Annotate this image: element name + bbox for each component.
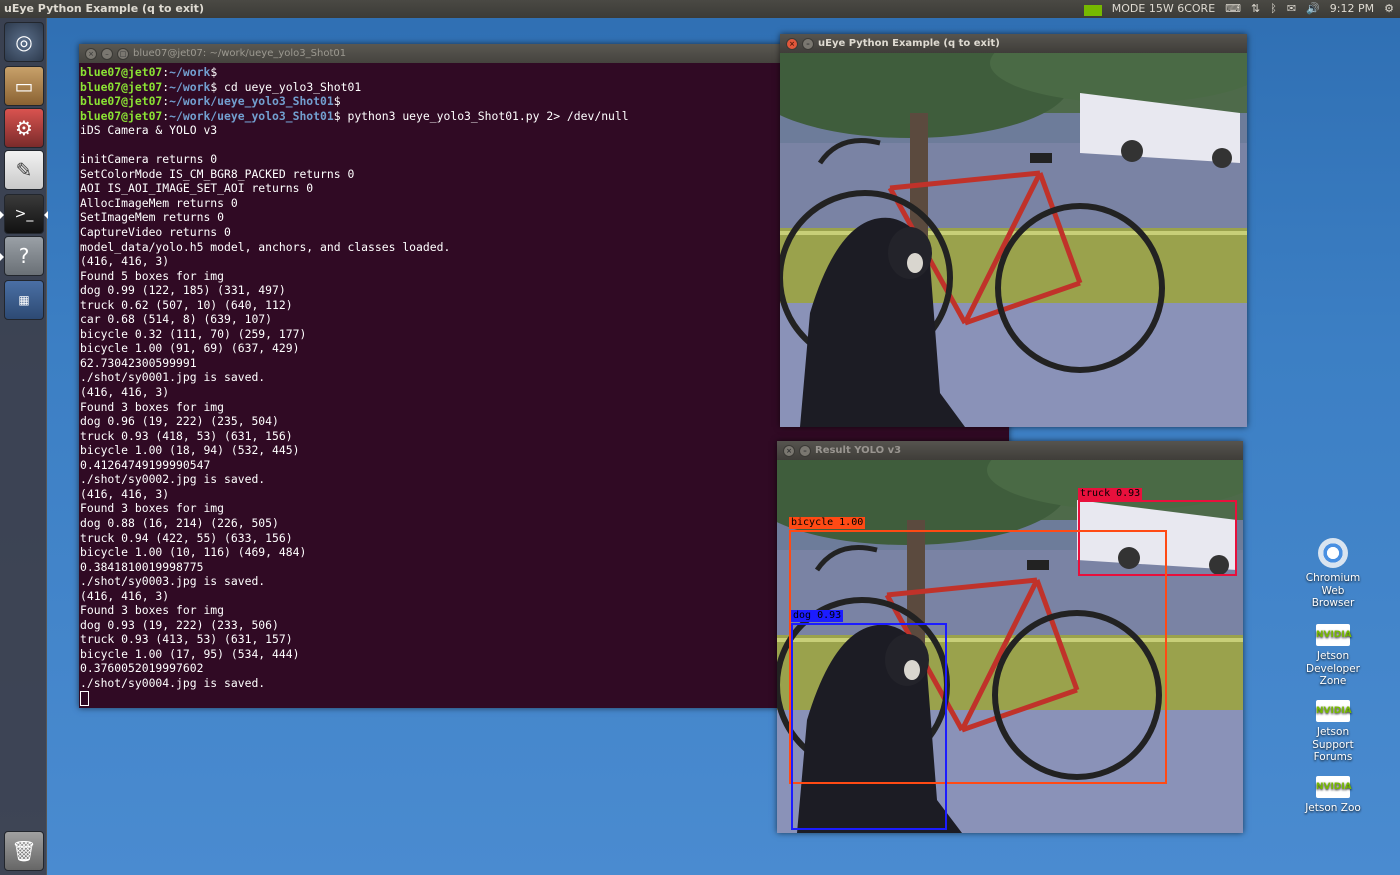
prompt-user: blue07@jet07 (80, 65, 163, 79)
prompt-command: python3 ueye_yolo3_Shot01.py 2> /dev/nul… (340, 108, 629, 123)
close-icon[interactable]: × (786, 38, 798, 50)
dog-detection-box (791, 623, 947, 830)
mail-icon[interactable]: ✉ (1287, 0, 1296, 18)
prompt-user: blue07@jet07 (80, 79, 163, 94)
network-icon[interactable]: ⇅ (1251, 0, 1260, 18)
prompt-user: blue07@jet07 (80, 94, 163, 109)
bicycle-detection-label: bicycle 1.00 (789, 517, 866, 529)
prompt-path: ~/work/ueye_yolo3_Shot01 (169, 108, 334, 123)
minimize-icon[interactable]: – (799, 445, 811, 457)
desktop-icon-label: Jetson Zoo (1305, 802, 1361, 814)
top-panel: uEye Python Example (q to exit) MODE 15W… (0, 0, 1400, 18)
gear-icon[interactable]: ⚙ (1384, 0, 1394, 18)
terminal-cursor (80, 690, 89, 706)
desktop-icon-jetson-zoo[interactable]: NVIDIA Jetson Zoo (1301, 776, 1365, 815)
desktop-icon-label: Jetson Developer Zone (1305, 650, 1360, 687)
terminal-title: blue07@jet07: ~/work/ueye_yolo3_Shot01 (133, 48, 347, 59)
desktop-icon-chromium[interactable]: Chromium Web Browser (1301, 538, 1365, 610)
clock[interactable]: 9:12 PM (1330, 0, 1374, 18)
desktop-icon-jetson-support-forums[interactable]: NVIDIA Jetson Support Forums (1301, 700, 1365, 764)
prompt-path: ~/work (169, 79, 211, 94)
truck-detection-label: truck 0.93 (1078, 488, 1143, 500)
camera-window-title: uEye Python Example (q to exit) (818, 38, 1000, 49)
text-editor-icon[interactable]: ✎ (4, 150, 44, 190)
close-icon[interactable]: × (85, 48, 97, 60)
camera-image (780, 53, 1247, 427)
nvidia-icon: NVIDIA (1316, 624, 1352, 646)
terminal-icon[interactable]: >_ (0, 194, 48, 234)
prompt-user: blue07@jet07 (80, 108, 163, 123)
nvidia-indicator-icon[interactable] (1083, 5, 1102, 16)
nvidia-icon: NVIDIA (1316, 776, 1352, 798)
volume-icon[interactable]: 🔊 (1306, 0, 1320, 18)
result-image: truck 0.93 bicycle 1.00 dog 0.93 (777, 460, 1243, 833)
system-settings-icon[interactable]: ⚙ (4, 108, 44, 148)
chromium-icon (1318, 538, 1348, 568)
bluetooth-icon[interactable]: ᛒ (1270, 0, 1277, 18)
camera-window[interactable]: × – uEye Python Example (q to exit) (780, 34, 1247, 427)
minimize-icon[interactable]: – (802, 38, 814, 50)
keyboard-icon[interactable]: ⌨ (1225, 0, 1241, 18)
power-mode-indicator[interactable]: MODE 15W 6CORE (1112, 0, 1215, 18)
result-window[interactable]: × – Result YOLO v3 truck 0.93 bicycle 1.… (777, 441, 1243, 833)
result-window-title: Result YOLO v3 (815, 445, 902, 456)
active-window-title: uEye Python Example (q to exit) (4, 2, 204, 15)
maximize-icon[interactable]: □ (117, 48, 129, 60)
desktop-icon-label: Jetson Support Forums (1312, 726, 1354, 763)
close-icon[interactable]: × (783, 445, 795, 457)
dog-detection-label: dog 0.93 (791, 610, 844, 622)
nvidia-icon: NVIDIA (1316, 700, 1352, 722)
camera-titlebar[interactable]: × – uEye Python Example (q to exit) (780, 34, 1247, 53)
prompt-command: cd ueye_yolo3_Shot01 (217, 79, 362, 94)
launcher: ◎ ▭ ⚙ ✎ >_ ? ▦ 🗑 (0, 18, 48, 875)
files-icon[interactable]: ▭ (4, 66, 44, 106)
trash-icon[interactable]: 🗑 (4, 831, 44, 871)
prompt-path: ~/work (169, 65, 211, 79)
desktop-icon-jetson-developer-zone[interactable]: NVIDIA Jetson Developer Zone (1301, 624, 1365, 688)
result-titlebar[interactable]: × – Result YOLO v3 (777, 441, 1243, 460)
help-icon[interactable]: ? (0, 236, 44, 276)
desktop-icon-label: Chromium Web Browser (1305, 572, 1361, 609)
minimize-icon[interactable]: – (101, 48, 113, 60)
workspace-switcher-icon[interactable]: ▦ (4, 280, 44, 320)
prompt-path: ~/work/ueye_yolo3_Shot01 (169, 94, 334, 109)
dash-home-icon[interactable]: ◎ (4, 22, 44, 62)
